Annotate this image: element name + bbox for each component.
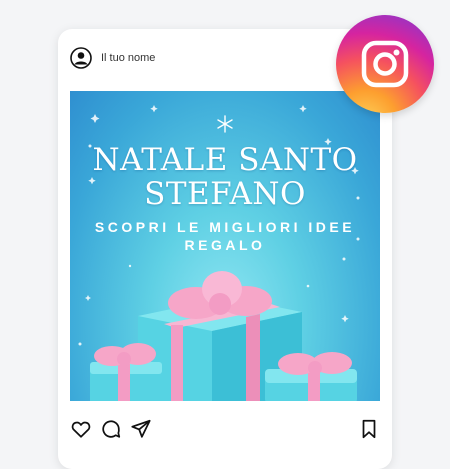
post-actions-bar [70,417,380,441]
instagram-logo-icon [361,40,409,88]
post-title: NATALE SANTO STEFANO [70,143,380,211]
paper-plane-icon[interactable] [130,418,152,440]
heart-icon[interactable] [70,418,92,440]
post-title-line2: STEFANO [144,176,306,212]
bookmark-icon[interactable] [358,418,380,440]
post-image: NATALE SANTO STEFANO SCOPRI LE MIGLIORI … [70,91,380,401]
user-avatar-icon[interactable] [70,47,92,69]
speech-bubble-icon[interactable] [100,418,122,440]
post-subtitle: SCOPRI LE MIGLIORI IDEE REGALO [94,219,356,253]
instagram-logo-badge [336,15,434,113]
username[interactable]: Il tuo nome [101,52,155,64]
gift-box-small-left [90,343,162,401]
snowflake-icon [217,115,233,133]
instagram-post-card: Il tuo nome NATALE SANTO STEFANO SCOPRI … [58,29,392,469]
post-header: Il tuo nome [70,45,155,71]
post-title-line1: NATALE SANTO [92,142,358,178]
